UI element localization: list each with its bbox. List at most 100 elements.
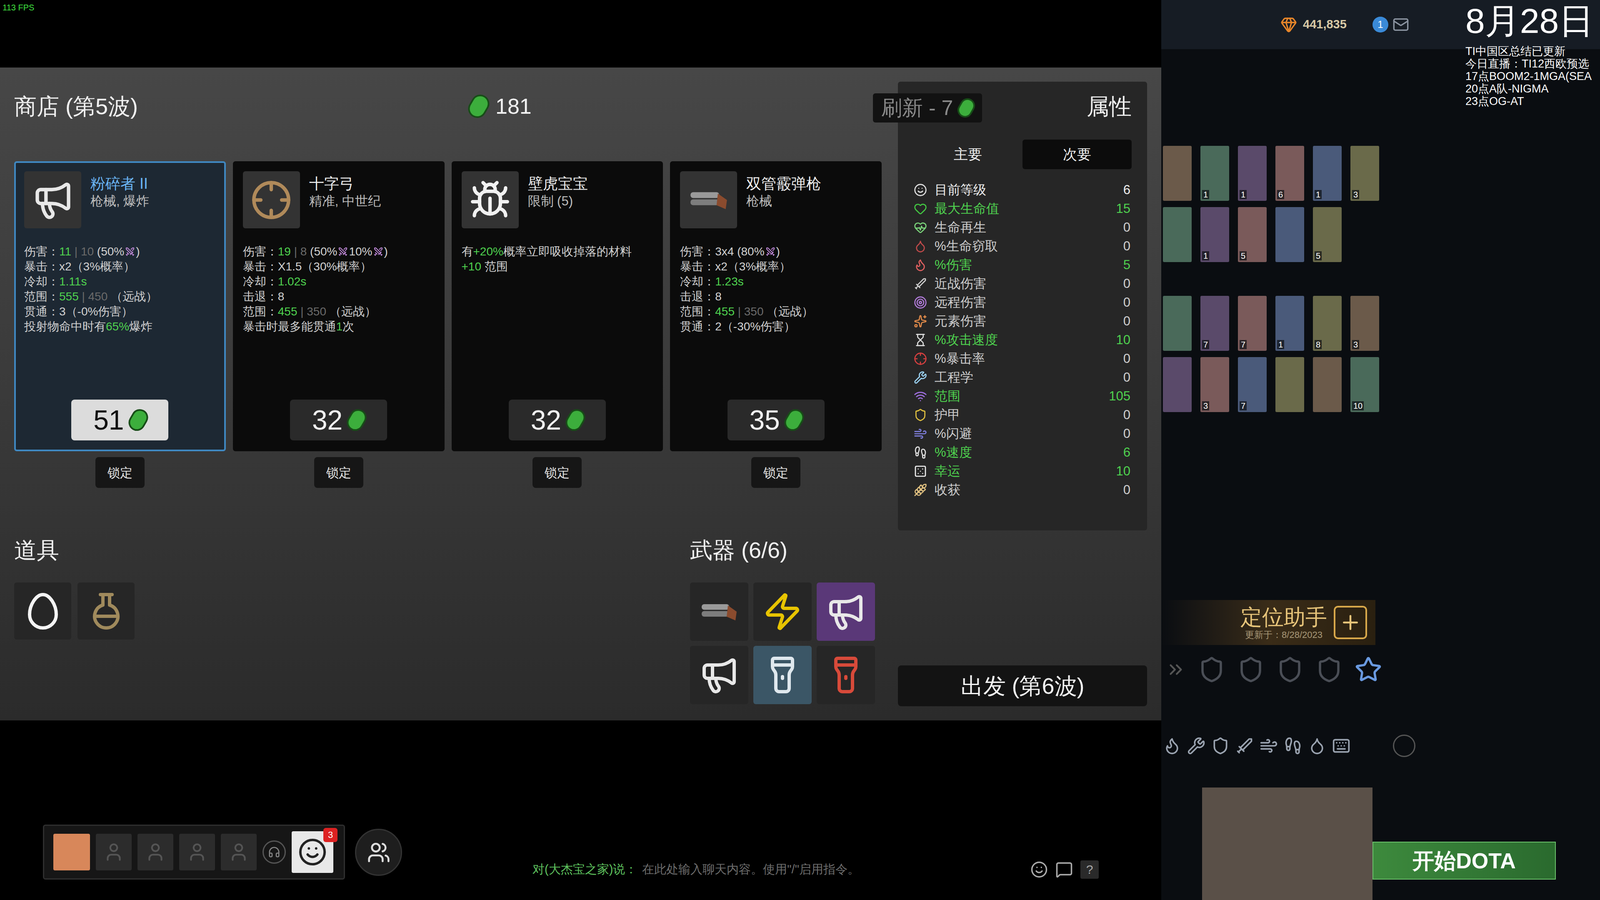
hero-portrait[interactable] <box>1162 207 1192 263</box>
shop-card[interactable]: 粉碎者 II枪械, 爆炸伤害：11 | 10 (50%)暴击：x2（3%概率）冷… <box>14 161 226 452</box>
weapon-slot[interactable] <box>816 582 875 641</box>
hero-row: 37 10 <box>1162 357 1600 413</box>
hero-portrait[interactable]: 1 <box>1200 145 1230 201</box>
empty-party-slot[interactable] <box>137 833 174 871</box>
empty-party-slot[interactable] <box>179 833 215 871</box>
tool-icon[interactable] <box>1162 736 1182 755</box>
lock-button[interactable]: 锁定 <box>751 457 801 488</box>
price: 51 <box>93 403 124 437</box>
empty-party-slot[interactable] <box>95 833 132 871</box>
price-button[interactable]: 35 <box>727 399 825 441</box>
voice-button[interactable] <box>262 840 286 864</box>
hero-portrait[interactable] <box>1162 145 1192 201</box>
stat-label: 幸运 <box>934 462 961 480</box>
item-slot[interactable] <box>14 582 72 640</box>
hero-portrait[interactable]: 3 <box>1350 145 1380 201</box>
hero-portrait[interactable]: 5 <box>1237 207 1267 263</box>
hero-portrait[interactable]: 7 <box>1237 295 1267 351</box>
stat-icon <box>913 370 928 385</box>
item-stats: 伤害：11 | 10 (50%)暴击：x2（3%概率）冷却：1.11s范围：55… <box>24 244 216 335</box>
hero-portrait[interactable] <box>1275 207 1305 263</box>
refresh-button[interactable]: 刷新 - 7 <box>872 93 983 123</box>
hero-portrait[interactable] <box>1162 295 1192 351</box>
price-button[interactable]: 32 <box>508 399 606 441</box>
emoji-icon[interactable] <box>1030 860 1048 879</box>
news-overlay: 8月28日TI中国区总结已更新今日直播：TI12西欧预选17点BOOM2-1MG… <box>1465 0 1594 108</box>
stat-text: 范围 <box>481 259 508 275</box>
play-dota-button[interactable]: 开始DOTA <box>1372 841 1556 880</box>
shop-card[interactable]: 双管霰弹枪枪械伤害：3x4 (80%)暴击：x2（3%概率）冷却：1.23s击退… <box>670 161 882 452</box>
friend-avatar[interactable]: 3 <box>291 831 334 873</box>
tool-icon[interactable] <box>1307 736 1327 755</box>
item-name: 十字弓 <box>309 174 381 193</box>
lock-button[interactable]: 锁定 <box>314 457 364 488</box>
stats-tab[interactable]: 主要 <box>913 139 1023 170</box>
hero-portrait[interactable]: 8 <box>1312 295 1342 351</box>
tool-icon[interactable] <box>1211 736 1230 755</box>
stat-row: 生命再生0 <box>897 217 1148 237</box>
stat-text: 455 <box>277 304 298 320</box>
hero-portrait[interactable]: 1 <box>1275 295 1305 351</box>
mail-icon[interactable] <box>1392 16 1410 33</box>
chat-input[interactable]: 对(大杰宝之家)说：在此处输入聊天内容。使用"/"启用指令。? <box>532 860 1099 879</box>
weapon-slot[interactable] <box>753 582 812 641</box>
weapon-slot[interactable] <box>816 645 875 705</box>
stat-text: 555 <box>59 289 79 305</box>
price-button[interactable]: 51 <box>71 399 169 441</box>
stat-text: 伤害：3x4 (80% <box>680 244 765 260</box>
help-button[interactable]: ? <box>1080 860 1099 879</box>
hero-count: 3 <box>1352 340 1360 350</box>
weapon-slot[interactable] <box>690 645 749 705</box>
player-avatar[interactable] <box>53 833 90 871</box>
hero-group: 771833710 <box>1162 295 1600 413</box>
empty-party-slot[interactable] <box>220 833 257 871</box>
hero-portrait[interactable]: 7 <box>1237 357 1267 413</box>
crit-icon <box>373 246 384 257</box>
tool-icon[interactable] <box>1259 736 1278 755</box>
hero-portrait[interactable] <box>1275 357 1305 413</box>
chat-options-icon[interactable] <box>1055 860 1073 879</box>
stat-line: 范围：555 | 450 （远战） <box>24 289 216 305</box>
stat-label: 远程伤害 <box>934 294 987 311</box>
hero-count: 1 <box>1202 190 1210 200</box>
tool-icon[interactable] <box>1332 736 1351 755</box>
tool-icons <box>1161 734 1600 758</box>
hero-portrait[interactable]: 1 <box>1312 145 1342 201</box>
hero-portrait[interactable]: 3 <box>1350 295 1380 351</box>
settings-circle[interactable] <box>1392 734 1416 758</box>
hero-portrait[interactable]: 1 <box>1200 207 1230 263</box>
tool-icon[interactable] <box>1235 736 1254 755</box>
hero-portrait[interactable]: 7 <box>1200 295 1230 351</box>
weapon-slot[interactable] <box>690 582 749 641</box>
stat-row: 范围105 <box>897 386 1148 406</box>
hero-portrait[interactable]: 6 <box>1275 145 1305 201</box>
tool-icon[interactable] <box>1187 736 1206 755</box>
notification-count[interactable]: 1 <box>1372 16 1389 33</box>
stat-value: 0 <box>1123 350 1131 368</box>
lock-button[interactable]: 锁定 <box>532 457 582 488</box>
hero-portrait[interactable]: 5 <box>1312 207 1342 263</box>
material-icon <box>562 406 589 435</box>
locator-banner[interactable]: 定位助手更新于：8/28/2023 <box>1161 600 1376 645</box>
shop-card[interactable]: 十字弓精准, 中世纪伤害：19 | 8 (50%10%)暴击：X1.5（30%概… <box>232 161 445 452</box>
price-button[interactable]: 32 <box>290 399 388 441</box>
hero-portrait[interactable]: 3 <box>1200 357 1230 413</box>
stat-value: 10 <box>1116 331 1131 349</box>
item-stats: 伤害：3x4 (80%)暴击：x2（3%概率）冷却：1.23s击退：8范围：45… <box>680 244 872 335</box>
price: 35 <box>749 403 780 437</box>
lock-button[interactable]: 锁定 <box>95 457 145 488</box>
hero-portrait[interactable]: 1 <box>1237 145 1267 201</box>
stats-tab[interactable]: 次要 <box>1022 139 1132 170</box>
hero-portrait[interactable] <box>1312 357 1342 413</box>
hero-portrait[interactable]: 10 <box>1350 357 1380 413</box>
shop-card[interactable]: 壁虎宝宝限制 (5)有+20%概率立即吸收掉落的材料+10 范围32 <box>451 161 664 452</box>
plus-icon <box>1339 611 1362 634</box>
tool-icon[interactable] <box>1283 736 1303 755</box>
start-wave-button[interactable]: 出发 (第6波) <box>897 665 1148 707</box>
item-slot[interactable] <box>77 582 135 640</box>
hero-portrait[interactable] <box>1162 357 1192 413</box>
stat-row: %暴击率0 <box>897 349 1148 368</box>
social-button[interactable] <box>355 828 403 876</box>
weapon-slot[interactable] <box>753 645 812 705</box>
hero-count: 1 <box>1314 190 1322 200</box>
